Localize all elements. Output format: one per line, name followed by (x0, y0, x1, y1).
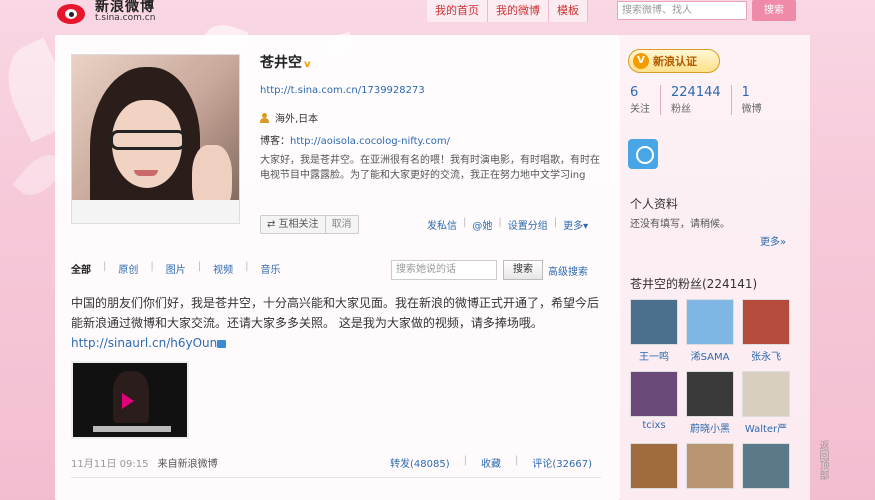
fan-avatar[interactable] (742, 371, 790, 417)
follow-status-button: ⇄ 互相关注 取消 (260, 215, 359, 234)
fan-avatar[interactable] (630, 443, 678, 489)
play-icon (122, 393, 134, 409)
post-date[interactable]: 11月11日 09:15 (71, 459, 148, 470)
tab-music[interactable]: 音乐 (261, 261, 281, 276)
advanced-search-link[interactable]: 高级搜索 (548, 263, 588, 278)
qq-icon[interactable] (628, 139, 658, 169)
fan-avatar[interactable] (630, 371, 678, 417)
fan-name[interactable]: 张永飞 (742, 348, 790, 363)
verified-badge[interactable]: V 新浪认证 (628, 49, 720, 73)
fan-item[interactable]: Walter严 (742, 371, 790, 435)
nav-my-weibo[interactable]: 我的微博 (488, 0, 549, 22)
follow-stats: 6 关注 224144 粉丝 1 微博 (630, 85, 782, 115)
profile-location: 海外,日本 (275, 114, 319, 125)
unfollow-button[interactable]: 取消 (324, 216, 358, 233)
profile-actions: 发私信 | @她 | 设置分组 | 更多▾ (427, 217, 589, 232)
top-bar: 新浪微博 t.sina.com.cn 我的首页 我的微博 模板 搜索微博、找人 … (0, 0, 875, 24)
profile-main-panel: 苍井空 v http://t.sina.com.cn/1739928273 海外,… (55, 35, 620, 500)
fan-avatar[interactable] (630, 299, 678, 345)
weibo-logo[interactable]: 新浪微博 t.sina.com.cn (55, 0, 155, 26)
post-body: 中国的朋友们你们好，我是苍井空，十分高兴能和大家见面。我在新浪的微博正式开通了，… (71, 296, 600, 330)
fan-avatar[interactable] (686, 299, 734, 345)
profile-avatar[interactable] (71, 54, 240, 224)
her-search-button[interactable]: 搜索 (503, 260, 543, 280)
main-nav: 我的首页 我的微博 模板 (427, 0, 588, 22)
post-actions: 转发(48085) | 收藏 | 评论(32667) (390, 455, 592, 470)
brand-domain: t.sina.com.cn (95, 13, 156, 23)
profile-name: 苍井空 (260, 55, 302, 71)
fan-avatar[interactable] (686, 443, 734, 489)
set-group-link[interactable]: 设置分组 (508, 217, 548, 232)
tab-video[interactable]: 视频 (213, 261, 233, 276)
top-search-button[interactable]: 搜索 (752, 0, 796, 21)
send-message-link[interactable]: 发私信 (427, 217, 457, 232)
more-dropdown[interactable]: 更多▾ (563, 217, 588, 232)
divider (71, 477, 601, 478)
stat-followers[interactable]: 224144 粉丝 (671, 85, 732, 115)
profile-url-link[interactable]: http://t.sina.com.cn/1739928273 (260, 85, 425, 96)
fans-title[interactable]: 苍井空的粉丝(224141) (630, 275, 757, 292)
fan-item[interactable]: 蔚晓小黑 (686, 371, 734, 435)
fan-name[interactable]: 王一鸣 (630, 348, 678, 363)
return-top-link[interactable]: 返回顶部 (812, 440, 830, 500)
post-source[interactable]: 来自新浪微博 (158, 459, 218, 470)
fan-item[interactable] (630, 443, 678, 489)
tab-original[interactable]: 原创 (118, 261, 138, 276)
fan-item[interactable]: 王一鸣 (630, 299, 678, 363)
personal-info-text: 还没有填写，请稍候。 (630, 219, 730, 230)
verified-badge-label: 新浪认证 (653, 55, 697, 68)
profile-sidebar: V 新浪认证 6 关注 224144 粉丝 1 微博 个人资料 还没有填写，请稍… (620, 35, 810, 500)
blog-label: 博客： (260, 136, 290, 147)
post-link[interactable]: http://sinaurl.cn/h6yOun (71, 336, 217, 350)
fan-avatar[interactable] (742, 299, 790, 345)
personal-info-title: 个人资料 (630, 197, 679, 211)
fan-item[interactable] (742, 443, 790, 489)
video-thumbnail[interactable] (71, 361, 189, 439)
nav-home[interactable]: 我的首页 (427, 0, 488, 22)
favorite-link[interactable]: 收藏 (481, 455, 501, 470)
mention-link[interactable]: @她 (472, 217, 492, 232)
blog-link[interactable]: http://aoisola.cocolog-nifty.com/ (290, 136, 450, 147)
weibo-eye-icon (55, 0, 91, 26)
fan-item[interactable]: 张永飞 (742, 299, 790, 363)
v-icon: V (633, 53, 649, 69)
top-search-input[interactable]: 搜索微博、找人 (617, 1, 747, 20)
fan-name[interactable]: Walter严 (742, 420, 790, 435)
brand-name: 新浪微博 (95, 0, 155, 15)
more-link[interactable]: 更多» (760, 233, 786, 248)
nav-template[interactable]: 模板 (549, 0, 588, 22)
stat-posts[interactable]: 1 微博 (742, 85, 772, 115)
fan-name[interactable]: tcixs (630, 420, 678, 431)
verified-icon: v (304, 59, 311, 70)
video-icon (217, 339, 227, 348)
fan-avatar[interactable] (686, 371, 734, 417)
fan-name[interactable]: 蔚晓小黑 (686, 420, 734, 435)
feed-tabs: 全部 | 原创 | 图片 | 视频 | 音乐 (71, 261, 281, 276)
repost-link[interactable]: 转发(48085) (390, 455, 450, 470)
comment-link[interactable]: 评论(32667) (532, 455, 592, 470)
her-search-input[interactable]: 搜索她说的话 (391, 260, 497, 280)
fan-item[interactable] (686, 443, 734, 489)
stat-following[interactable]: 6 关注 (630, 85, 661, 115)
tab-images[interactable]: 图片 (166, 261, 186, 276)
tab-all[interactable]: 全部 (71, 261, 91, 276)
mutual-follow-button[interactable]: ⇄ 互相关注 (261, 216, 325, 233)
fan-item[interactable]: tcixs (630, 371, 678, 431)
fan-avatar[interactable] (742, 443, 790, 489)
fan-name[interactable]: 浠SAMA (686, 348, 734, 363)
fan-item[interactable]: 浠SAMA (686, 299, 734, 363)
profile-bio: 大家好，我是苍井空。在亚洲很有名的喂！我有时演电影，有时唱歌，有时在电视节目中露… (260, 155, 600, 181)
person-icon (260, 112, 269, 123)
post-text: 中国的朋友们你们好，我是苍井空，十分高兴能和大家见面。我在新浪的微博正式开通了，… (71, 293, 601, 353)
